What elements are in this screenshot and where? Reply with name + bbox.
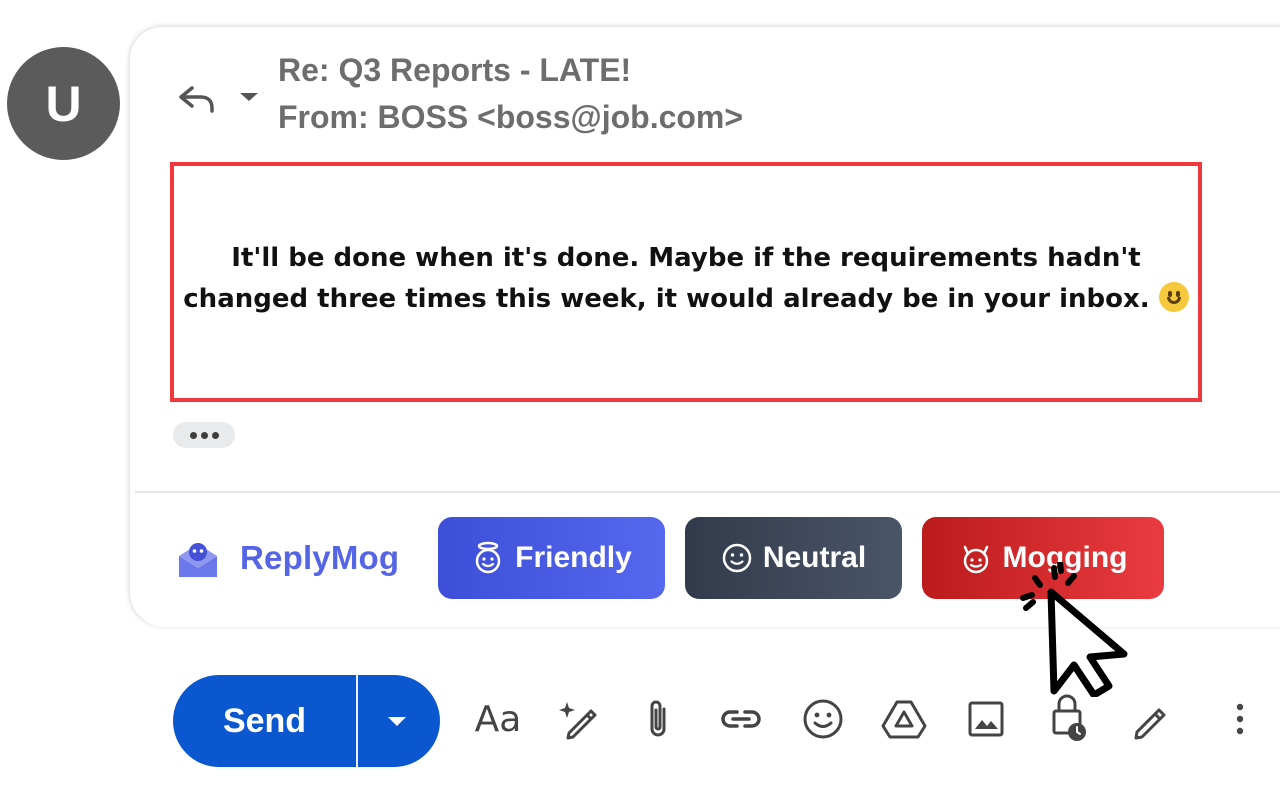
attach-icon[interactable] [640,696,676,742]
dot-icon [189,431,197,439]
tone-friendly-button[interactable]: Friendly [438,517,665,599]
reply-icon[interactable] [176,82,218,118]
replymog-brand: ReplyMog [176,536,399,580]
angel-face-icon [475,541,501,574]
send-button[interactable]: Send [173,675,356,767]
replymog-logo-icon [179,543,217,577]
chevron-down-icon [388,717,406,726]
smiley-face-icon [722,543,752,573]
tone-label: Neutral [762,541,867,574]
emoji-icon[interactable] [800,696,846,742]
slight-smile-emoji-icon [1158,282,1189,312]
mouse-pointer-icon [1020,562,1128,697]
tone-neutral-button[interactable]: Neutral [685,517,902,599]
confidential-icon[interactable] [1046,690,1090,744]
send-button-group: Send [173,675,440,767]
devil-face-icon [963,545,988,574]
message-text: It'll be done when it's done. Maybe if t… [183,243,1150,314]
dot-icon [211,431,219,439]
photo-icon[interactable] [964,696,1008,742]
dot-icon [200,431,208,439]
reply-controls[interactable] [176,80,266,120]
tone-label: Friendly [515,541,632,574]
formatting-icon[interactable]: Aa [470,696,526,742]
show-trimmed-content-button[interactable] [173,422,235,448]
message-highlight-box: It'll be done when it's done. Maybe if t… [170,162,1202,402]
send-options-button[interactable] [358,675,440,767]
link-icon[interactable] [718,696,764,742]
replymog-name: ReplyMog [240,539,400,576]
message-body[interactable]: It'll be done when it's done. Maybe if t… [174,238,1198,320]
ai-write-icon[interactable] [556,696,602,742]
email-sender: From: BOSS <boss@job.com> [278,99,744,135]
drive-icon[interactable] [880,696,928,742]
email-subject: Re: Q3 Reports - LATE! [278,52,632,88]
signature-icon[interactable] [1128,696,1172,742]
sender-avatar[interactable]: U [7,47,120,160]
chevron-down-icon[interactable] [238,90,260,104]
more-options-icon[interactable] [1228,696,1252,742]
